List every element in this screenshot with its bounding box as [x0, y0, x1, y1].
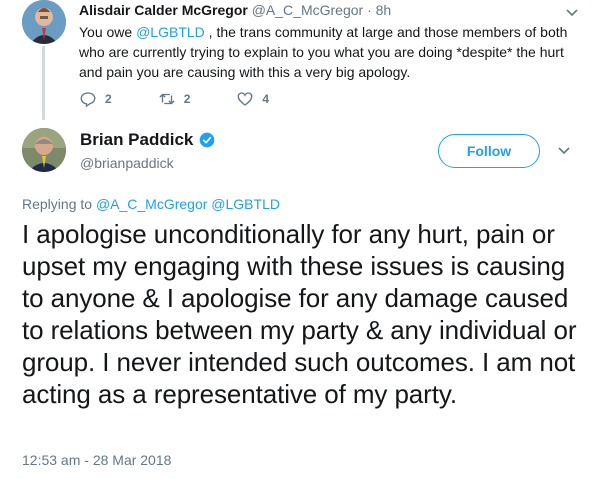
parent-header: Alisdair Calder McGregor @A_C_McGregor ·… [79, 2, 391, 18]
follow-button[interactable]: Follow [438, 134, 540, 168]
tweet-timestamp[interactable]: 12:53 am - 28 Mar 2018 [22, 452, 171, 468]
main-avatar[interactable] [22, 128, 66, 172]
chevron-down-icon[interactable] [558, 142, 570, 158]
reply-button[interactable]: 2 [79, 90, 112, 108]
like-button[interactable]: 4 [236, 90, 269, 108]
main-author-handle[interactable]: @brianpaddick [80, 155, 174, 171]
replying-mention-1[interactable]: @A_C_McGregor [96, 196, 207, 212]
parent-avatar[interactable] [22, 0, 66, 44]
like-count: 4 [262, 92, 270, 106]
parent-time[interactable]: · 8h [367, 2, 391, 18]
verified-badge-icon [200, 132, 215, 148]
replying-to: Replying to @A_C_McGregor @LGBTLD [22, 196, 280, 212]
main-tweet-text: I apologise unconditionally for any hurt… [22, 219, 577, 409]
replying-mention-2[interactable]: @LGBTLD [211, 196, 280, 212]
chevron-down-icon[interactable] [566, 4, 578, 20]
parent-tweet[interactable]: Alisdair Calder McGregor @A_C_McGregor ·… [0, 0, 600, 120]
retweet-button[interactable]: 2 [158, 90, 191, 108]
main-author-name[interactable]: Brian Paddick [80, 130, 193, 150]
parent-author-name[interactable]: Alisdair Calder McGregor [79, 2, 248, 18]
retweet-icon [159, 93, 175, 105]
reply-icon [80, 92, 96, 108]
tweet-actions: 2 2 4 [79, 90, 315, 108]
heart-icon [237, 92, 253, 106]
reply-count: 2 [105, 92, 112, 106]
replying-prefix: Replying to [22, 196, 96, 212]
mention-link[interactable]: @LGBTLD [136, 24, 205, 40]
parent-text-prefix: You owe [79, 24, 137, 40]
thread-line [42, 46, 45, 120]
parent-tweet-text: You owe @LGBTLD , the trans community at… [79, 22, 584, 82]
retweet-count: 2 [183, 92, 191, 106]
parent-author-handle[interactable]: @A_C_McGregor [252, 2, 363, 18]
main-author-name-row: Brian Paddick [80, 130, 215, 150]
